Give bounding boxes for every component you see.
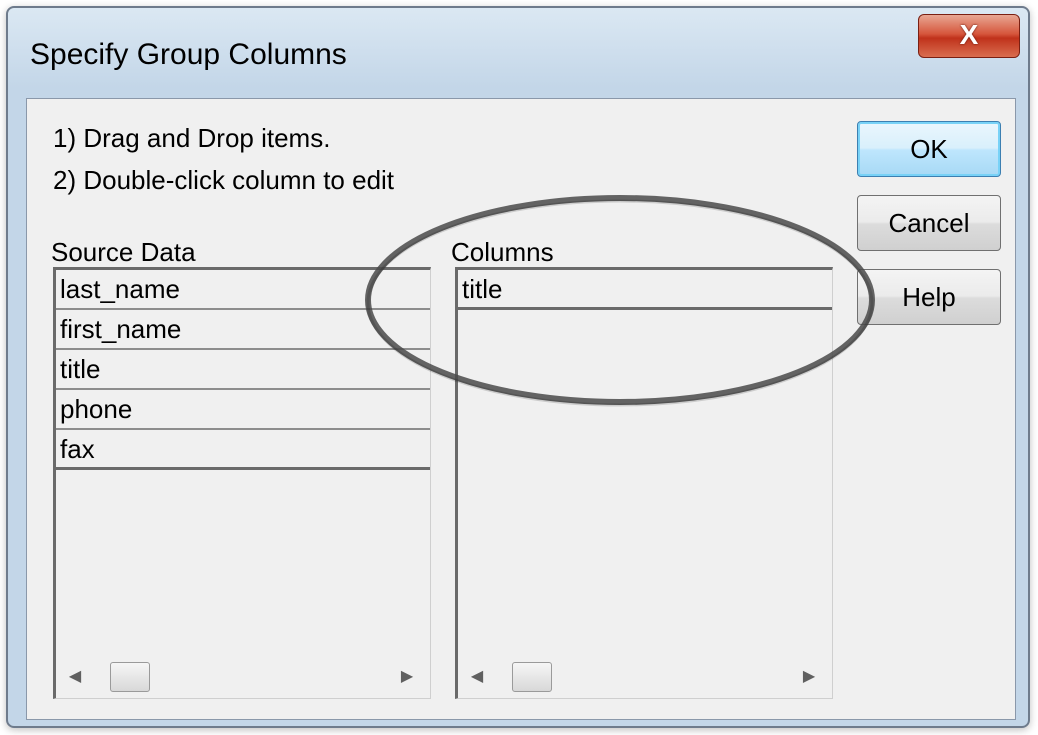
scrollbar-thumb[interactable] [110, 662, 150, 692]
source-item-fax[interactable]: fax [56, 430, 430, 470]
help-button[interactable]: Help [857, 269, 1001, 325]
instruction-drag-drop: 1) Drag and Drop items. [53, 123, 331, 153]
source-item-title[interactable]: title [56, 350, 430, 390]
source-item-first-name[interactable]: first_name [56, 310, 430, 350]
dialog-body: 1) Drag and Drop items. 2) Double-click … [26, 98, 1016, 720]
scroll-right-arrow-icon[interactable]: ▶ [392, 656, 422, 698]
instruction-double-click: 2) Double-click column to edit [53, 165, 395, 195]
cancel-button[interactable]: Cancel [857, 195, 1001, 251]
columns-label: Columns [451, 237, 554, 267]
source-item-phone[interactable]: phone [56, 390, 430, 430]
columns-listbox[interactable]: title ◀ ▶ [455, 267, 833, 699]
dialog-title: Specify Group Columns [30, 38, 347, 71]
columns-horizontal-scrollbar[interactable]: ◀ ▶ [458, 656, 832, 698]
scroll-right-arrow-icon[interactable]: ▶ [794, 656, 824, 698]
ok-button[interactable]: OK [857, 121, 1001, 177]
source-data-listbox[interactable]: last_name first_name title phone fax ◀ ▶ [53, 267, 431, 699]
source-item-last-name[interactable]: last_name [56, 270, 430, 310]
dialog-window: Specify Group Columns X 1) Drag and Drop… [6, 6, 1030, 728]
scroll-left-arrow-icon[interactable]: ◀ [60, 656, 90, 698]
source-horizontal-scrollbar[interactable]: ◀ ▶ [56, 656, 430, 698]
scroll-left-arrow-icon[interactable]: ◀ [462, 656, 492, 698]
close-button[interactable]: X [918, 14, 1020, 58]
source-data-label: Source Data [51, 237, 196, 267]
column-item-title[interactable]: title [458, 270, 832, 310]
scrollbar-thumb[interactable] [512, 662, 552, 692]
close-icon: X [959, 19, 979, 50]
